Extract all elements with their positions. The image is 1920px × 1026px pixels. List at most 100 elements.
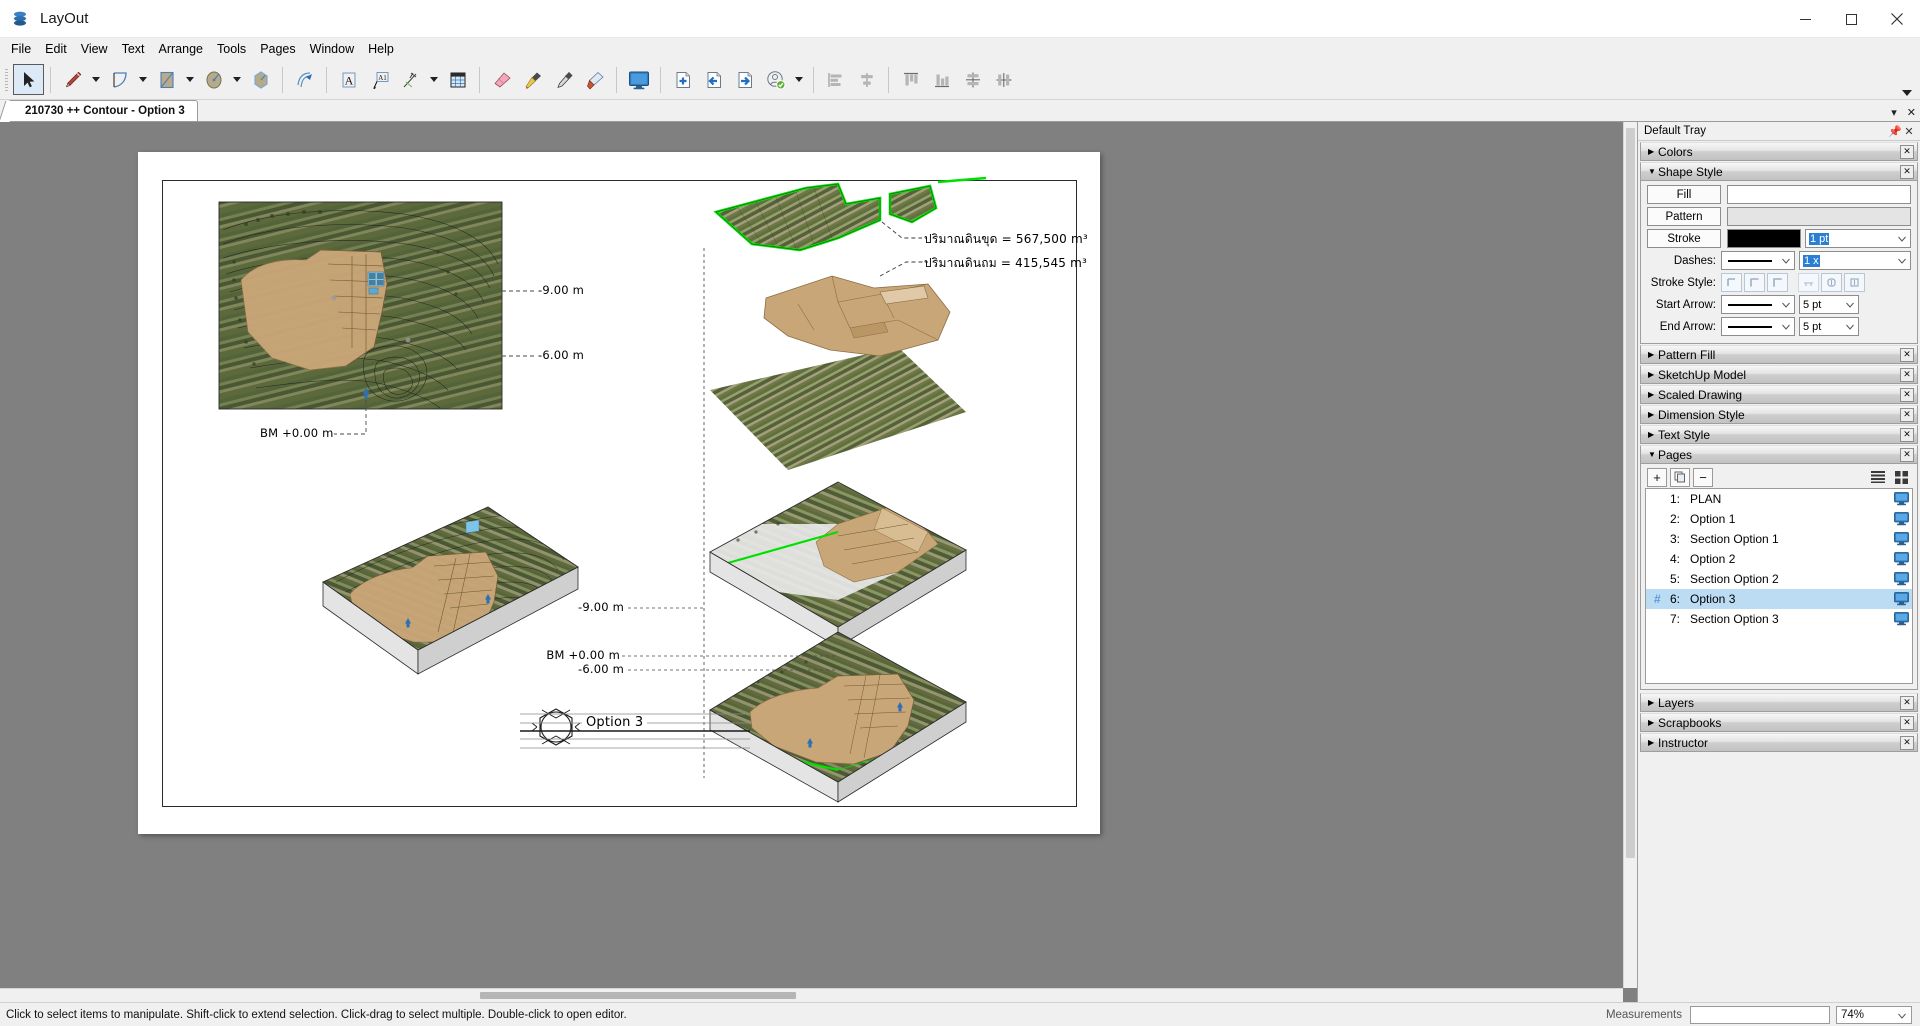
menu-help[interactable]: Help xyxy=(361,39,401,59)
dash-scale-select[interactable]: 1 x xyxy=(1799,251,1911,270)
stroke-color-swatch[interactable] xyxy=(1727,229,1801,248)
measurements-input[interactable] xyxy=(1690,1005,1830,1024)
panel-header-dimension-style[interactable]: ▶ Dimension Style ✕ xyxy=(1640,405,1918,424)
polygon-tool[interactable] xyxy=(245,64,276,95)
canvas-vertical-scrollbar[interactable] xyxy=(1623,122,1637,988)
panel-close-instructor[interactable]: ✕ xyxy=(1900,735,1914,750)
align-left[interactable] xyxy=(820,64,851,95)
page-list-item-3[interactable]: 3: Section Option 1 xyxy=(1646,529,1912,549)
canvas-horizontal-scrollbar[interactable] xyxy=(0,988,1623,1002)
stroke-join-round-icon[interactable] xyxy=(1821,273,1842,292)
join-tool[interactable] xyxy=(579,64,610,95)
align-center-horizontal[interactable] xyxy=(851,64,882,95)
page-list-item-7[interactable]: 7: Section Option 3 xyxy=(1646,609,1912,629)
panel-close-scaled-drawing[interactable]: ✕ xyxy=(1900,387,1914,402)
account[interactable] xyxy=(760,64,791,95)
start-arrow-select[interactable] xyxy=(1721,295,1795,314)
fill-button[interactable]: Fill xyxy=(1647,185,1721,204)
panel-header-shape-style[interactable]: ▼ Shape Style ✕ xyxy=(1640,162,1918,181)
monitor-icon[interactable] xyxy=(1890,492,1912,506)
rectangle-tool-dropdown-icon[interactable] xyxy=(182,64,198,95)
canvas-vertical-scroll-thumb[interactable] xyxy=(1626,128,1635,858)
start-arrow-size-select[interactable]: 5 pt xyxy=(1799,295,1859,314)
drawing-canvas[interactable]: -9.00 m -6.00 m BM +0.00 m ปริมาณดินขุด … xyxy=(0,122,1637,1002)
panel-close-text-style[interactable]: ✕ xyxy=(1900,427,1914,442)
monitor-icon[interactable] xyxy=(1890,592,1912,606)
stroke-join-miter-icon[interactable] xyxy=(1798,273,1819,292)
page-list-item-2[interactable]: 2: Option 1 xyxy=(1646,509,1912,529)
panel-close-sketchup-model[interactable]: ✕ xyxy=(1900,367,1914,382)
menu-tools[interactable]: Tools xyxy=(210,39,253,59)
align-top[interactable] xyxy=(895,64,926,95)
panel-close-pattern-fill[interactable]: ✕ xyxy=(1900,347,1914,362)
panel-close-shape-style[interactable]: ✕ xyxy=(1900,164,1914,179)
monitor-icon[interactable] xyxy=(1890,552,1912,566)
document-tab[interactable]: 210730 ++ Contour - Option 3 xyxy=(8,100,198,121)
menu-text[interactable]: Text xyxy=(115,39,152,59)
page-list-item-6[interactable]: # 6: Option 3 xyxy=(1646,589,1912,609)
stroke-cap-square-icon[interactable] xyxy=(1767,273,1788,292)
monitor-icon[interactable] xyxy=(1890,532,1912,546)
panel-header-scrapbooks[interactable]: ▶ Scrapbooks ✕ xyxy=(1640,713,1918,732)
menu-window[interactable]: Window xyxy=(303,39,361,59)
menu-pages[interactable]: Pages xyxy=(253,39,302,59)
pin-icon[interactable]: 📌 xyxy=(1888,125,1902,138)
panel-header-pattern-fill[interactable]: ▶ Pattern Fill ✕ xyxy=(1640,345,1918,364)
list-view-icon[interactable] xyxy=(1868,468,1888,486)
toolbar-overflow-icon[interactable] xyxy=(1902,90,1912,96)
arc-tool-dropdown-icon[interactable] xyxy=(135,64,151,95)
split-tool[interactable] xyxy=(548,64,579,95)
maximize-icon[interactable] xyxy=(1828,0,1874,38)
page-list-item-5[interactable]: 5: Section Option 2 xyxy=(1646,569,1912,589)
tab-list-icon[interactable]: ▾ xyxy=(1891,106,1897,119)
add-page[interactable] xyxy=(667,64,698,95)
distribute-vertical[interactable] xyxy=(957,64,988,95)
label-tool[interactable]: A1 xyxy=(364,64,395,95)
select-tool[interactable] xyxy=(13,64,44,95)
panel-close-colors[interactable]: ✕ xyxy=(1900,144,1914,159)
minimize-icon[interactable] xyxy=(1782,0,1828,38)
circle-tool-dropdown-icon[interactable] xyxy=(229,64,245,95)
arc-tool[interactable] xyxy=(104,64,135,95)
dash-pattern-select[interactable] xyxy=(1721,251,1795,270)
panel-header-pages[interactable]: ▼ Pages ✕ xyxy=(1640,445,1918,464)
stroke-cap-round-icon[interactable] xyxy=(1744,273,1765,292)
stroke-cap-flat-icon[interactable] xyxy=(1721,273,1742,292)
pattern-button[interactable]: Pattern xyxy=(1647,207,1721,226)
panel-header-layers[interactable]: ▶ Layers ✕ xyxy=(1640,693,1918,712)
duplicate-page-icon[interactable] xyxy=(1670,467,1690,487)
align-bottom[interactable] xyxy=(926,64,957,95)
remove-page-button[interactable]: − xyxy=(1693,467,1713,487)
circle-tool[interactable] xyxy=(198,64,229,95)
text-tool[interactable]: A xyxy=(333,64,364,95)
tab-close-icon[interactable]: ✕ xyxy=(1907,106,1916,119)
close-icon[interactable] xyxy=(1874,0,1920,38)
page-list-item-4[interactable]: 4: Option 2 xyxy=(1646,549,1912,569)
monitor-icon[interactable] xyxy=(1890,512,1912,526)
page-paper[interactable]: -9.00 m -6.00 m BM +0.00 m ปริมาณดินขุด … xyxy=(138,152,1100,834)
eraser-tool[interactable] xyxy=(486,64,517,95)
panel-header-instructor[interactable]: ▶ Instructor ✕ xyxy=(1640,733,1918,752)
offset-tool[interactable] xyxy=(289,64,320,95)
panel-header-colors[interactable]: ▶ Colors ✕ xyxy=(1640,142,1918,161)
style-tool[interactable] xyxy=(517,64,548,95)
previous-page[interactable] xyxy=(698,64,729,95)
canvas-horizontal-scroll-thumb[interactable] xyxy=(480,992,796,999)
dimension-tool[interactable] xyxy=(395,64,426,95)
rectangle-tool[interactable] xyxy=(151,64,182,95)
monitor-icon[interactable] xyxy=(1890,572,1912,586)
end-arrow-size-select[interactable]: 5 pt xyxy=(1799,317,1859,336)
close-icon[interactable]: ✕ xyxy=(1902,125,1916,138)
next-page[interactable] xyxy=(729,64,760,95)
zoom-level-select[interactable]: 74% xyxy=(1836,1005,1912,1024)
start-presentation[interactable] xyxy=(623,64,654,95)
pages-list[interactable]: 1: PLAN 2: Option 1 3: Section Option 1 … xyxy=(1645,488,1913,684)
pattern-preview-swatch[interactable] xyxy=(1727,207,1911,226)
panel-close-layers[interactable]: ✕ xyxy=(1900,695,1914,710)
stroke-button[interactable]: Stroke xyxy=(1647,229,1721,248)
toolbar-grip[interactable] xyxy=(3,66,11,93)
line-tool[interactable] xyxy=(57,64,88,95)
panel-header-sketchup-model[interactable]: ▶ SketchUp Model ✕ xyxy=(1640,365,1918,384)
page-list-item-1[interactable]: 1: PLAN xyxy=(1646,489,1912,509)
menu-edit[interactable]: Edit xyxy=(38,39,74,59)
